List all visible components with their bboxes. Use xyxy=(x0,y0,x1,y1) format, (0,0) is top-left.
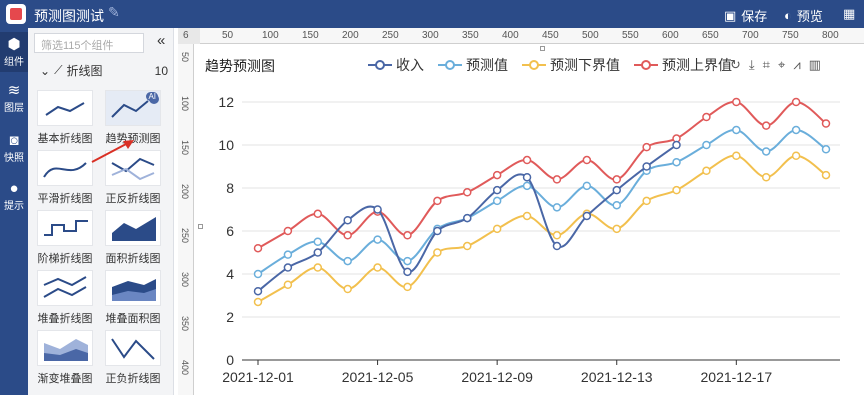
data-point xyxy=(582,211,592,221)
data-point xyxy=(821,145,831,154)
data-point xyxy=(283,263,293,272)
data-point xyxy=(612,175,621,184)
data-point xyxy=(552,203,562,212)
data-point xyxy=(582,155,592,165)
data-point xyxy=(522,181,532,191)
y-tick-label: 2 xyxy=(226,309,234,325)
data-point xyxy=(612,185,621,195)
data-point xyxy=(821,170,831,180)
data-point xyxy=(761,173,771,182)
data-point xyxy=(552,175,562,184)
data-point xyxy=(761,121,771,130)
data-point xyxy=(702,140,711,150)
data-point xyxy=(433,248,442,257)
data-point xyxy=(253,286,263,296)
data-point xyxy=(463,241,472,251)
data-point xyxy=(253,297,263,307)
data-point xyxy=(373,235,382,244)
data-point xyxy=(612,200,621,210)
data-point xyxy=(373,205,382,214)
data-point xyxy=(253,243,263,253)
data-point xyxy=(433,226,442,236)
x-tick-label: 2021-12-09 xyxy=(461,369,533,385)
data-point xyxy=(672,140,681,150)
data-point xyxy=(373,263,382,272)
data-point xyxy=(522,155,532,165)
x-tick-label: 2021-12-05 xyxy=(342,369,414,385)
data-point xyxy=(552,241,562,251)
data-point xyxy=(672,157,681,167)
data-point xyxy=(552,231,562,240)
data-point xyxy=(642,162,651,171)
series-line xyxy=(257,128,827,275)
data-point xyxy=(403,282,412,292)
data-point xyxy=(492,185,502,195)
data-point xyxy=(702,166,711,176)
data-point xyxy=(702,112,711,122)
trend-forecast-chart: 0 2 4 6 8 10 12 2021-12-01 2021-12-05 2021-12-09 2… xyxy=(218,94,840,385)
data-point xyxy=(582,181,592,191)
data-point xyxy=(463,188,472,197)
y-tick-label: 12 xyxy=(218,94,234,110)
data-point xyxy=(821,119,831,128)
data-point xyxy=(791,151,801,160)
data-point xyxy=(313,248,323,257)
data-point xyxy=(732,151,741,160)
data-point xyxy=(343,231,352,240)
data-point xyxy=(313,209,323,219)
data-point xyxy=(403,267,412,277)
data-point xyxy=(403,231,412,240)
data-point xyxy=(642,142,651,152)
data-point xyxy=(522,211,532,221)
data-point xyxy=(463,213,472,223)
y-tick-label: 0 xyxy=(226,352,234,368)
data-point xyxy=(313,237,323,246)
x-tick-label: 2021-12-17 xyxy=(701,369,773,385)
data-point xyxy=(612,224,621,234)
data-point xyxy=(343,256,352,266)
data-point xyxy=(313,263,323,272)
y-tick-label: 8 xyxy=(226,180,234,196)
data-point xyxy=(492,170,502,180)
data-point xyxy=(522,173,532,182)
y-tick-label: 4 xyxy=(226,266,234,282)
data-point xyxy=(791,97,801,107)
data-point xyxy=(433,196,442,206)
data-point xyxy=(403,256,412,266)
data-point xyxy=(672,185,681,195)
data-point xyxy=(732,125,741,135)
data-point xyxy=(283,226,293,236)
x-tick-label: 2021-12-13 xyxy=(581,369,653,385)
data-point xyxy=(283,250,293,259)
data-point xyxy=(791,125,801,135)
data-point xyxy=(492,224,502,234)
data-point xyxy=(253,269,263,279)
data-point xyxy=(343,216,352,225)
data-point xyxy=(761,147,771,156)
y-tick-label: 10 xyxy=(218,137,234,153)
x-tick-label: 2021-12-01 xyxy=(222,369,294,385)
data-point xyxy=(343,284,352,294)
data-point xyxy=(642,196,651,206)
data-point xyxy=(732,97,741,107)
data-point xyxy=(283,280,293,289)
series-line xyxy=(257,154,827,303)
data-point xyxy=(492,196,502,206)
y-tick-label: 6 xyxy=(226,223,234,239)
